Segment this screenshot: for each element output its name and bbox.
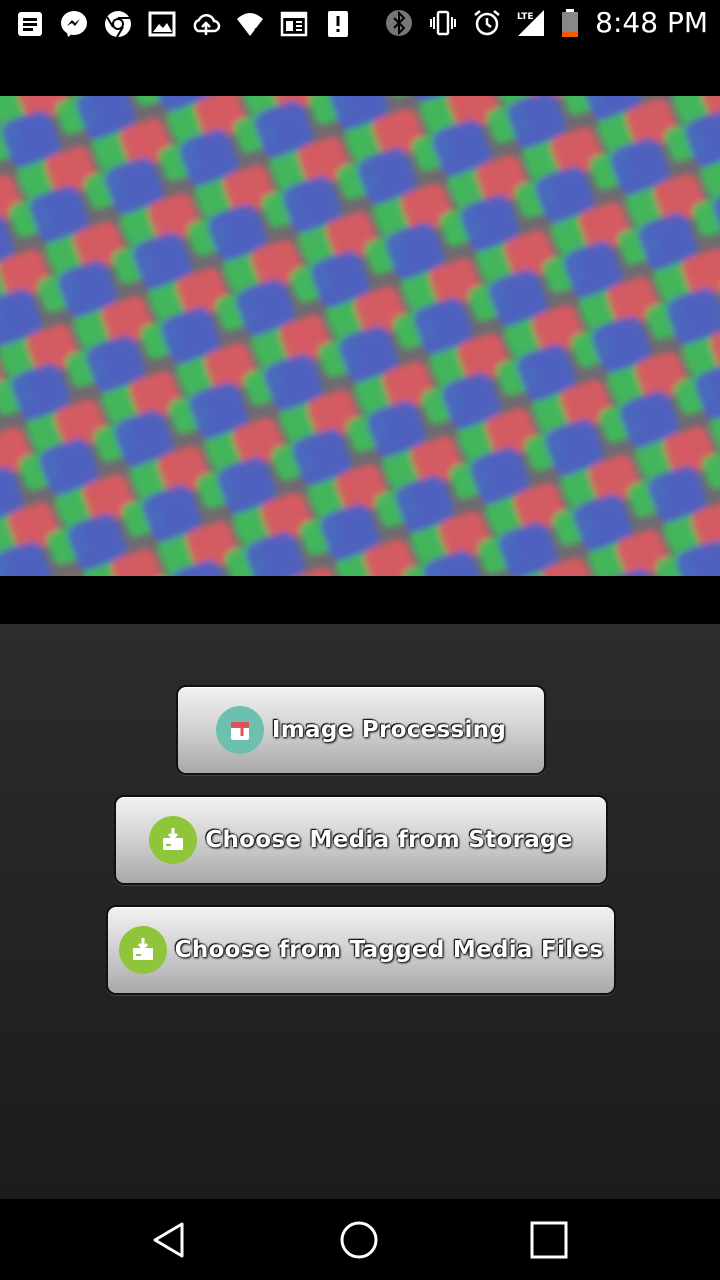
navigation-bar: [0, 1199, 720, 1280]
status-time: 8:48 PM: [595, 6, 708, 39]
alert-icon: [322, 8, 354, 40]
home-button[interactable]: [334, 1215, 384, 1265]
battery-icon: [559, 7, 581, 39]
messenger-icon: [58, 8, 90, 40]
camera-preview[interactable]: [0, 96, 720, 576]
home-icon: [340, 1221, 378, 1259]
choose-tagged-media-button[interactable]: Choose from Tagged Media Files: [106, 905, 616, 995]
image-processing-label: Image Processing: [271, 717, 507, 743]
choose-media-storage-label: Choose Media from Storage: [205, 827, 573, 853]
bluetooth-icon: [383, 7, 415, 39]
image-processing-button[interactable]: Image Processing: [176, 685, 546, 775]
choose-tagged-media-label: Choose from Tagged Media Files: [174, 937, 604, 963]
paint-bucket-icon: [215, 706, 264, 754]
svg-text:?: ?: [254, 26, 261, 39]
wifi-question-icon: ?: [234, 8, 266, 40]
alarm-icon: [471, 7, 503, 39]
vibrate-icon: [427, 7, 459, 39]
status-bar: ? LTE 8:48 PM: [0, 0, 720, 50]
image-icon: [146, 8, 178, 40]
back-button[interactable]: [144, 1215, 194, 1265]
tagged-download-icon: [118, 926, 167, 974]
recents-icon: [530, 1221, 568, 1259]
recents-button[interactable]: [524, 1215, 574, 1265]
subpixel-pattern: [0, 96, 720, 576]
notification-icons: ?: [14, 8, 354, 40]
signal-icon: LTE: [515, 7, 547, 39]
news-icon: [278, 8, 310, 40]
network-type-label: LTE: [517, 12, 534, 22]
subpixel-grid: [0, 96, 720, 576]
back-icon: [153, 1222, 184, 1258]
action-panel: Image Processing Choose Media from Stora…: [0, 624, 720, 1199]
storage-download-icon: [149, 816, 198, 864]
system-icons: LTE 8:48 PM: [383, 6, 708, 39]
choose-media-storage-button[interactable]: Choose Media from Storage: [114, 795, 608, 885]
notes-icon: [14, 8, 46, 40]
chrome-icon: [102, 8, 134, 40]
cloud-upload-icon: [190, 8, 222, 40]
